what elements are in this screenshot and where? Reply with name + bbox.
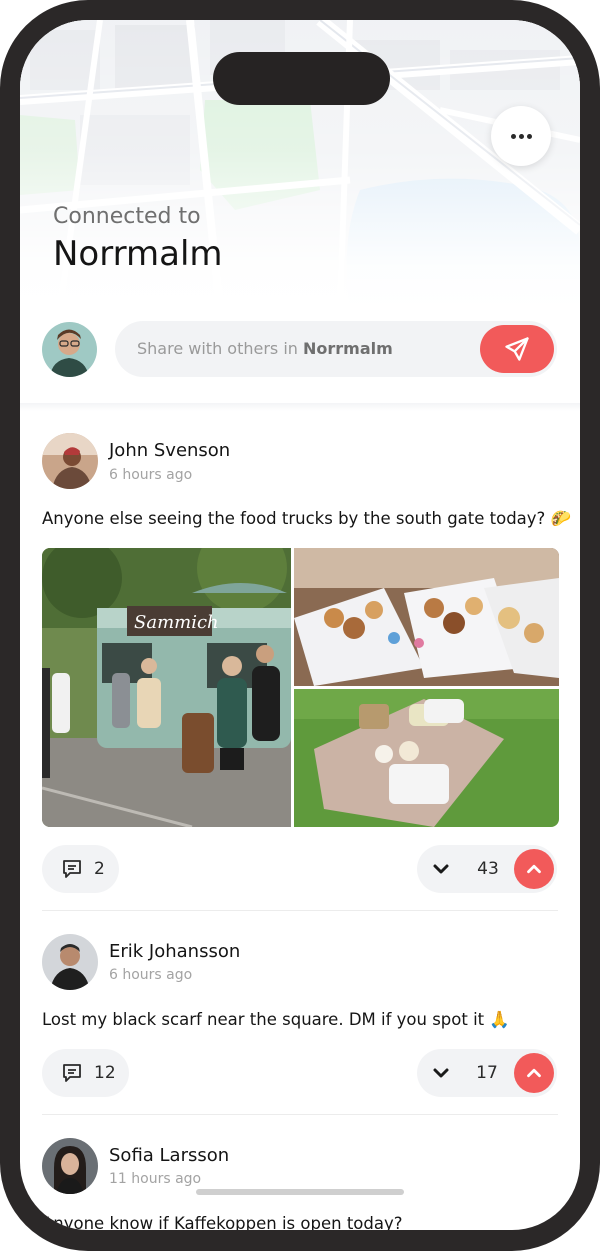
comment-count: 2 <box>94 859 105 879</box>
post-author-avatar[interactable] <box>42 433 98 489</box>
pastries-photo[interactable] <box>294 548 559 686</box>
post-text-content: Anyone else seeing the food trucks by th… <box>42 509 546 528</box>
post-author-name[interactable]: Erik Johansson <box>109 941 240 962</box>
vote-control: 17 <box>417 1049 557 1097</box>
current-user-avatar[interactable] <box>42 322 97 377</box>
truck-sign-text: Sammich <box>134 612 219 633</box>
comments-button[interactable]: 2 <box>42 845 119 893</box>
connected-label: Connected to <box>53 204 201 229</box>
downvote-chevron-icon[interactable] <box>429 1061 453 1085</box>
placeholder-prefix: Share with others in <box>137 339 298 358</box>
share-input-placeholder: Share with others in Norrmalm <box>137 339 393 358</box>
vote-count: 17 <box>476 1063 498 1083</box>
comment-icon <box>63 860 81 878</box>
taco-emoji: 🌮 <box>550 509 572 528</box>
phone-frame: Connected to Norrmalm Share with others … <box>0 0 600 1251</box>
vote-control: 43 <box>417 845 557 893</box>
post-timestamp: 11 hours ago <box>109 1171 202 1187</box>
placeholder-place: Norrmalm <box>303 339 393 358</box>
ellipsis-icon-dot <box>518 133 524 139</box>
upvote-chevron-icon <box>527 864 541 874</box>
upvote-chevron-icon <box>527 1068 541 1078</box>
post-author-name[interactable]: Sofia Larsson <box>109 1145 229 1166</box>
upvote-button[interactable] <box>514 849 554 889</box>
praying-hands-emoji: 🙏 <box>489 1010 510 1029</box>
post-text: Lost my black scarf near the square. DM … <box>42 1010 510 1030</box>
comment-count: 12 <box>94 1063 116 1083</box>
ellipsis-icon <box>510 133 516 139</box>
comment-icon <box>63 1064 81 1082</box>
post-timestamp: 6 hours ago <box>109 467 193 483</box>
post-text-content: Lost my black scarf near the square. DM … <box>42 1010 485 1029</box>
dynamic-island <box>213 52 390 105</box>
post-text: Anyone else seeing the food trucks by th… <box>42 509 571 529</box>
post-author-avatar[interactable] <box>42 1138 98 1194</box>
section-divider <box>20 403 580 411</box>
post-text: Anyone know if Kaffekoppen is open today… <box>42 1214 403 1230</box>
more-options-button[interactable] <box>491 106 551 166</box>
post-timestamp: 6 hours ago <box>109 967 193 983</box>
place-title: Norrmalm <box>53 234 223 274</box>
paper-plane-icon <box>505 337 529 361</box>
upvote-button[interactable] <box>514 1053 554 1093</box>
ellipsis-icon-dot <box>526 133 532 139</box>
post-author-avatar[interactable] <box>42 934 98 990</box>
send-button[interactable] <box>480 325 554 373</box>
downvote-chevron-icon[interactable] <box>429 857 453 881</box>
app-screen: Connected to Norrmalm Share with others … <box>20 20 580 1230</box>
post-divider <box>42 1114 558 1115</box>
home-indicator <box>196 1189 404 1195</box>
vote-count: 43 <box>477 859 499 879</box>
picnic-blanket-photo[interactable] <box>294 689 559 827</box>
post-author-name[interactable]: John Svenson <box>109 440 230 461</box>
comments-button[interactable]: 12 <box>42 1049 129 1097</box>
food-truck-photo[interactable]: Sammich <box>42 548 291 827</box>
post-divider <box>42 910 558 911</box>
